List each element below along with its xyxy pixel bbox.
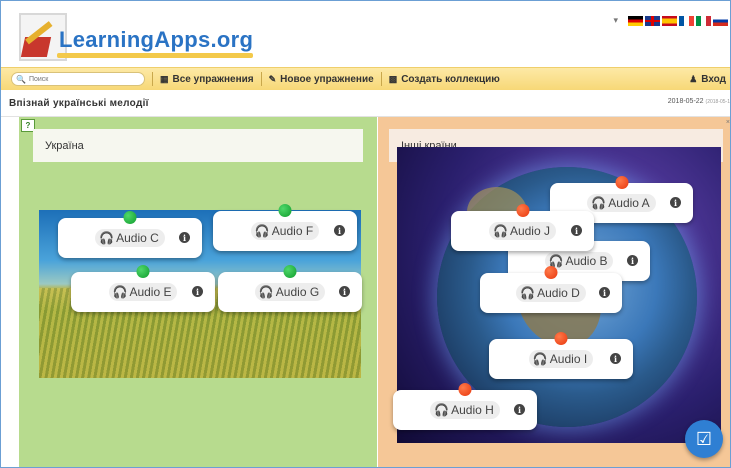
audio-chip[interactable]: 🎧 Audio H <box>430 401 500 419</box>
flag-gb-icon[interactable] <box>645 15 660 26</box>
headphones-icon: 🎧 <box>532 352 548 366</box>
check-solution-button[interactable]: ☑ <box>685 420 723 458</box>
audio-chip[interactable]: 🎧 Audio E <box>108 283 178 301</box>
nav-separator <box>380 72 382 86</box>
audio-card[interactable]: 🎧 Audio F i <box>213 204 357 251</box>
audio-card[interactable]: 🎧 Audio J i <box>451 204 594 251</box>
info-icon[interactable]: i <box>192 286 203 297</box>
header: LearningApps.org ▾ <box>1 1 730 67</box>
category-label-ukraine: Україна <box>33 129 363 162</box>
flag-de-icon[interactable] <box>628 15 643 26</box>
language-dropdown-arrow[interactable]: ▾ <box>613 15 618 26</box>
pin-green <box>283 265 297 278</box>
new-exercise-link[interactable]: ✎ Новое упражнение <box>269 74 374 85</box>
audio-label: Audio D <box>537 286 580 300</box>
search-icon: 🔍 <box>16 74 26 84</box>
headphones-icon: 🎧 <box>520 286 536 300</box>
flag-es-icon[interactable] <box>662 15 677 26</box>
grid-icon: ▦ <box>160 73 169 84</box>
corner-marker-icon: × <box>725 119 730 126</box>
audio-chip[interactable]: 🎧 Audio A <box>587 194 656 212</box>
pin-red <box>516 204 529 217</box>
audio-label: Audio C <box>116 231 159 245</box>
audio-label: Audio A <box>608 196 650 210</box>
search-input[interactable] <box>25 75 139 83</box>
audio-chip[interactable]: 🎧 Audio F <box>250 222 320 240</box>
all-exercises-link[interactable]: ▦ Все упражнения <box>160 74 254 85</box>
audio-chip[interactable]: 🎧 Audio D <box>516 284 586 302</box>
create-collection-link[interactable]: ▩ Создать коллекцию <box>389 74 500 85</box>
info-icon[interactable]: i <box>599 287 610 298</box>
login-label: Вход <box>701 73 726 85</box>
nav-bar: 🔍 ▦ Все упражнения ✎ Новое упражнение ▩ … <box>1 67 730 91</box>
logo-text[interactable]: LearningApps.org <box>59 27 253 53</box>
flag-fr-icon[interactable] <box>679 15 694 26</box>
pin-green <box>278 204 292 217</box>
title-bar: Впізнай українські мелодії 2018-05-22 (2… <box>1 90 730 117</box>
pencil-icon: ✎ <box>268 73 277 84</box>
logo-underline <box>57 53 253 58</box>
audio-card[interactable]: 🎧 Audio I i <box>489 332 633 379</box>
flag-ru-icon[interactable] <box>713 15 728 26</box>
headphones-icon: 🎧 <box>493 224 508 238</box>
audio-card[interactable]: 🎧 Audio C i <box>58 211 202 258</box>
audio-card[interactable]: 🎧 Audio D i <box>480 266 622 313</box>
date-main: 2018-05-22 <box>667 98 704 105</box>
pin-red <box>544 266 558 279</box>
flag-it-icon[interactable] <box>696 15 711 26</box>
date-secondary: (2018-05-1 <box>705 99 730 105</box>
audio-label: Audio B <box>565 254 608 268</box>
nav-separator <box>152 72 153 86</box>
headphones-icon: 🎧 <box>112 285 128 299</box>
pin-red <box>458 383 472 396</box>
pin-red <box>554 332 568 345</box>
login-link[interactable]: ♟ Вход <box>689 74 726 85</box>
create-collection-label: Создать коллекцию <box>401 73 500 85</box>
audio-label: Audio I <box>549 352 588 366</box>
audio-chip[interactable]: 🎧 Audio G <box>254 283 326 301</box>
new-exercise-label: Новое упражнение <box>280 73 374 85</box>
audio-card[interactable]: 🎧 Audio G i <box>218 265 362 312</box>
headphones-icon: 🎧 <box>99 231 115 245</box>
audio-card[interactable]: 🎧 Audio E i <box>71 265 215 312</box>
info-icon[interactable]: i <box>179 232 190 243</box>
all-exercises-label: Все упражнения <box>172 73 254 85</box>
audio-label: Audio H <box>451 403 494 417</box>
pin-red <box>615 176 628 189</box>
headphones-icon: 🎧 <box>434 403 450 417</box>
info-icon[interactable]: i <box>334 225 345 236</box>
info-icon[interactable]: i <box>610 353 621 364</box>
page-date: 2018-05-22 (2018-05-1 <box>668 98 730 105</box>
audio-chip[interactable]: 🎧 Audio I <box>528 350 594 368</box>
info-icon[interactable]: i <box>670 197 681 208</box>
user-icon: ♟ <box>689 73 698 84</box>
language-bar: ▾ <box>613 15 728 26</box>
info-icon[interactable]: i <box>514 404 525 415</box>
headphones-icon: 🎧 <box>254 224 270 238</box>
app-frame: LearningApps.org ▾ 🔍 ▦ Все упражнения ✎ … <box>0 0 731 468</box>
page-title: Впізнай українські мелодії <box>9 98 149 109</box>
info-icon[interactable]: i <box>571 225 582 236</box>
headphones-icon: 🎧 <box>258 285 274 299</box>
pin-green <box>123 211 137 224</box>
audio-label: Audio J <box>509 224 550 238</box>
info-icon[interactable]: i <box>339 286 350 297</box>
info-icon[interactable]: i <box>627 255 638 266</box>
pin-green <box>136 265 150 278</box>
audio-label: Audio G <box>275 285 320 299</box>
audio-chip[interactable]: 🎧 Audio C <box>95 229 165 247</box>
search-box[interactable]: 🔍 <box>11 72 145 86</box>
check-icon: ☑ <box>695 428 713 449</box>
nav-separator <box>260 72 262 86</box>
audio-card[interactable]: 🎧 Audio H i <box>393 383 537 430</box>
headphones-icon: 🎧 <box>591 196 607 210</box>
audio-label: Audio E <box>129 285 172 299</box>
collection-icon: ▩ <box>388 73 398 84</box>
audio-chip[interactable]: 🎧 Audio J <box>489 222 556 240</box>
audio-label: Audio F <box>271 224 314 238</box>
